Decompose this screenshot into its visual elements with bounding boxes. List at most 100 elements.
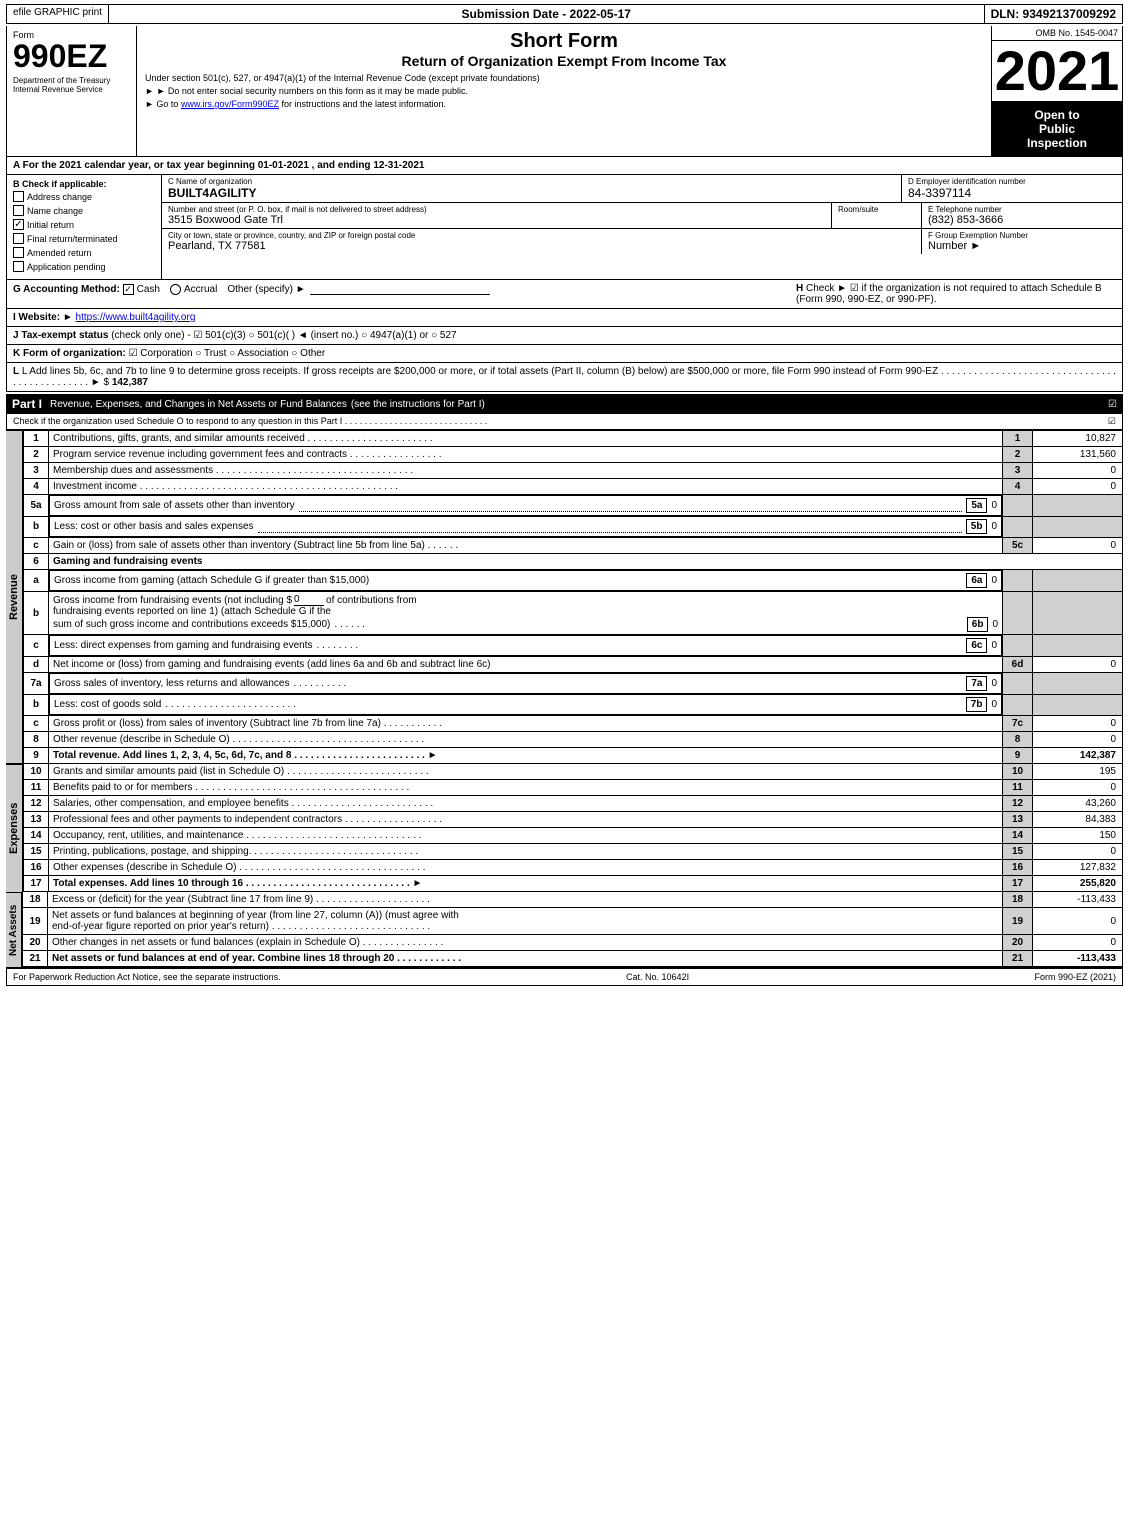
line-13-desc: Professional fees and other payments to … xyxy=(49,812,1003,828)
checkbox-name-change[interactable] xyxy=(13,205,24,216)
line-20-row: 20 Other changes in net assets or fund b… xyxy=(23,935,1123,951)
line-5c-ref: 5c xyxy=(1003,538,1033,554)
org-details: C Name of organization BUILT4AGILITY D E… xyxy=(162,175,1122,279)
line-7a-desc: Gross sales of inventory, less returns a… xyxy=(49,673,1002,694)
org-info-section: B Check if applicable: Address change Na… xyxy=(6,175,1123,280)
line-16-desc: Other expenses (describe in Schedule O) … xyxy=(49,860,1003,876)
line-2-ref: 2 xyxy=(1003,447,1033,463)
checkbox-amended-return[interactable] xyxy=(13,247,24,258)
line-7a-num: 7a xyxy=(24,673,49,695)
line-3-value: 0 xyxy=(1033,463,1123,479)
inspection-title: Inspection xyxy=(996,136,1118,150)
line-7a-blank2 xyxy=(1033,673,1123,695)
line-8-num: 8 xyxy=(24,732,49,748)
dln: DLN: 93492137009292 xyxy=(985,5,1122,23)
name-ein-row: C Name of organization BUILT4AGILITY D E… xyxy=(162,175,1122,203)
ein-label: D Employer identification number xyxy=(908,177,1116,186)
title-block: Short Form Return of Organization Exempt… xyxy=(137,26,992,156)
line-21-num: 21 xyxy=(23,951,48,967)
line-10-row: 10 Grants and similar amounts paid (list… xyxy=(24,764,1123,780)
line-9-ref: 9 xyxy=(1003,748,1033,764)
line-6d-row: d Net income or (loss) from gaming and f… xyxy=(24,657,1123,673)
check-block: B Check if applicable: Address change Na… xyxy=(7,175,162,279)
checkbox-initial-return[interactable]: ✓ xyxy=(13,219,24,230)
net-assets-section: Net Assets 18 Excess or (deficit) for th… xyxy=(6,892,1123,967)
line-21-ref: 21 xyxy=(1003,951,1033,967)
irs-link[interactable]: www.irs.gov/Form990EZ xyxy=(181,99,279,109)
street-row: Number and street (or P. O. box, if mail… xyxy=(162,203,1122,229)
line-6d-value: 0 xyxy=(1033,657,1123,673)
checkbox-address-change[interactable] xyxy=(13,191,24,202)
form-number: 990EZ xyxy=(13,40,130,72)
line-10-value: 195 xyxy=(1033,764,1123,780)
name-change-label: Name change xyxy=(27,206,83,216)
line-6c-num: c xyxy=(24,635,49,657)
room-label: Room/suite xyxy=(838,205,915,214)
g-label: G Accounting Method: xyxy=(13,284,120,295)
line-5a-blank2 xyxy=(1033,495,1123,517)
line-19-value: 0 xyxy=(1033,908,1123,935)
k-text: ☑ Corporation ○ Trust ○ Association ○ Ot… xyxy=(129,348,326,359)
line-6c-row: c Less: direct expenses from gaming and … xyxy=(24,635,1123,657)
part-i-label: Part I xyxy=(12,397,42,411)
line-17-desc: Total expenses. Add lines 10 through 16 … xyxy=(49,876,1003,892)
line-5b-row: b Less: cost or other basis and sales ex… xyxy=(24,516,1123,538)
cash-option: ✓ Cash xyxy=(123,284,160,295)
line-11-num: 11 xyxy=(24,780,49,796)
line-13-value: 84,383 xyxy=(1033,812,1123,828)
city-value: Pearland, TX 77581 xyxy=(168,240,915,252)
line-7c-num: c xyxy=(24,716,49,732)
line-19-row: 19 Net assets or fund balances at beginn… xyxy=(23,908,1123,935)
room-field: Room/suite xyxy=(832,203,922,228)
check-address-change: Address change xyxy=(13,191,155,202)
section-a: A For the 2021 calendar year, or tax yea… xyxy=(6,157,1123,175)
line-6b-blank xyxy=(1003,592,1033,635)
line-19-desc: Net assets or fund balances at beginning… xyxy=(48,908,1003,935)
line-7c-row: c Gross profit or (loss) from sales of i… xyxy=(24,716,1123,732)
line-5c-desc: Gain or (loss) from sale of assets other… xyxy=(49,538,1003,554)
line-20-value: 0 xyxy=(1033,935,1123,951)
l-label: L xyxy=(13,366,19,377)
line-1-desc: Contributions, gifts, grants, and simila… xyxy=(49,431,1003,447)
line-3-row: 3 Membership dues and assessments . . . … xyxy=(24,463,1123,479)
line-17-row: 17 Total expenses. Add lines 10 through … xyxy=(24,876,1123,892)
line-6b-blank2 xyxy=(1033,592,1123,635)
line-6a-num: a xyxy=(24,570,49,592)
open-to-public: Open to Public Inspection xyxy=(992,102,1122,156)
org-name-label: C Name of organization xyxy=(168,177,895,186)
part-i-header: Part I Revenue, Expenses, and Changes in… xyxy=(6,394,1123,414)
radio-accrual[interactable] xyxy=(170,284,181,295)
line-21-desc: Net assets or fund balances at end of ye… xyxy=(48,951,1003,967)
website-url[interactable]: https://www.built4agility.org xyxy=(76,312,196,323)
phone-value: (832) 853-3666 xyxy=(928,214,1116,226)
line-17-value: 255,820 xyxy=(1033,876,1123,892)
line-18-ref: 18 xyxy=(1003,892,1033,908)
line-9-row: 9 Total revenue. Add lines 1, 2, 3, 4, 5… xyxy=(24,748,1123,764)
line-19-ref: 19 xyxy=(1003,908,1033,935)
line-15-num: 15 xyxy=(24,844,49,860)
line-15-value: 0 xyxy=(1033,844,1123,860)
line-16-ref: 16 xyxy=(1003,860,1033,876)
accounting-row: G Accounting Method: ✓ Cash Accrual Othe… xyxy=(6,280,1123,309)
line-11-ref: 11 xyxy=(1003,780,1033,796)
accounting-method: G Accounting Method: ✓ Cash Accrual Othe… xyxy=(13,283,796,295)
line-15-row: 15 Printing, publications, postage, and … xyxy=(24,844,1123,860)
l-row: L L Add lines 5b, 6c, and 7b to line 9 t… xyxy=(6,363,1123,392)
checkbox-cash[interactable]: ✓ xyxy=(123,284,134,295)
main-header: Form 990EZ Department of the TreasuryInt… xyxy=(6,26,1123,157)
checkbox-application-pending[interactable] xyxy=(13,261,24,272)
line-2-value: 131,560 xyxy=(1033,447,1123,463)
line-6-desc: Gaming and fundraising events xyxy=(49,554,1123,570)
return-title: Return of Organization Exempt From Incom… xyxy=(145,53,983,69)
checkbox-final-return[interactable] xyxy=(13,233,24,244)
line-7a-blank xyxy=(1003,673,1033,695)
cat-number: Cat. No. 10642I xyxy=(626,972,689,982)
line-7b-desc: Less: cost of goods sold . . . . . . . .… xyxy=(49,694,1002,715)
check-application-pending: Application pending xyxy=(13,261,155,272)
l-text: L Add lines 5b, 6c, and 7b to line 9 to … xyxy=(22,366,938,377)
line-5c-value: 0 xyxy=(1033,538,1123,554)
city-group-row: City or town, state or province, country… xyxy=(162,229,1122,254)
line-2-desc: Program service revenue including govern… xyxy=(49,447,1003,463)
line-15-desc: Printing, publications, postage, and shi… xyxy=(49,844,1003,860)
line-13-row: 13 Professional fees and other payments … xyxy=(24,812,1123,828)
